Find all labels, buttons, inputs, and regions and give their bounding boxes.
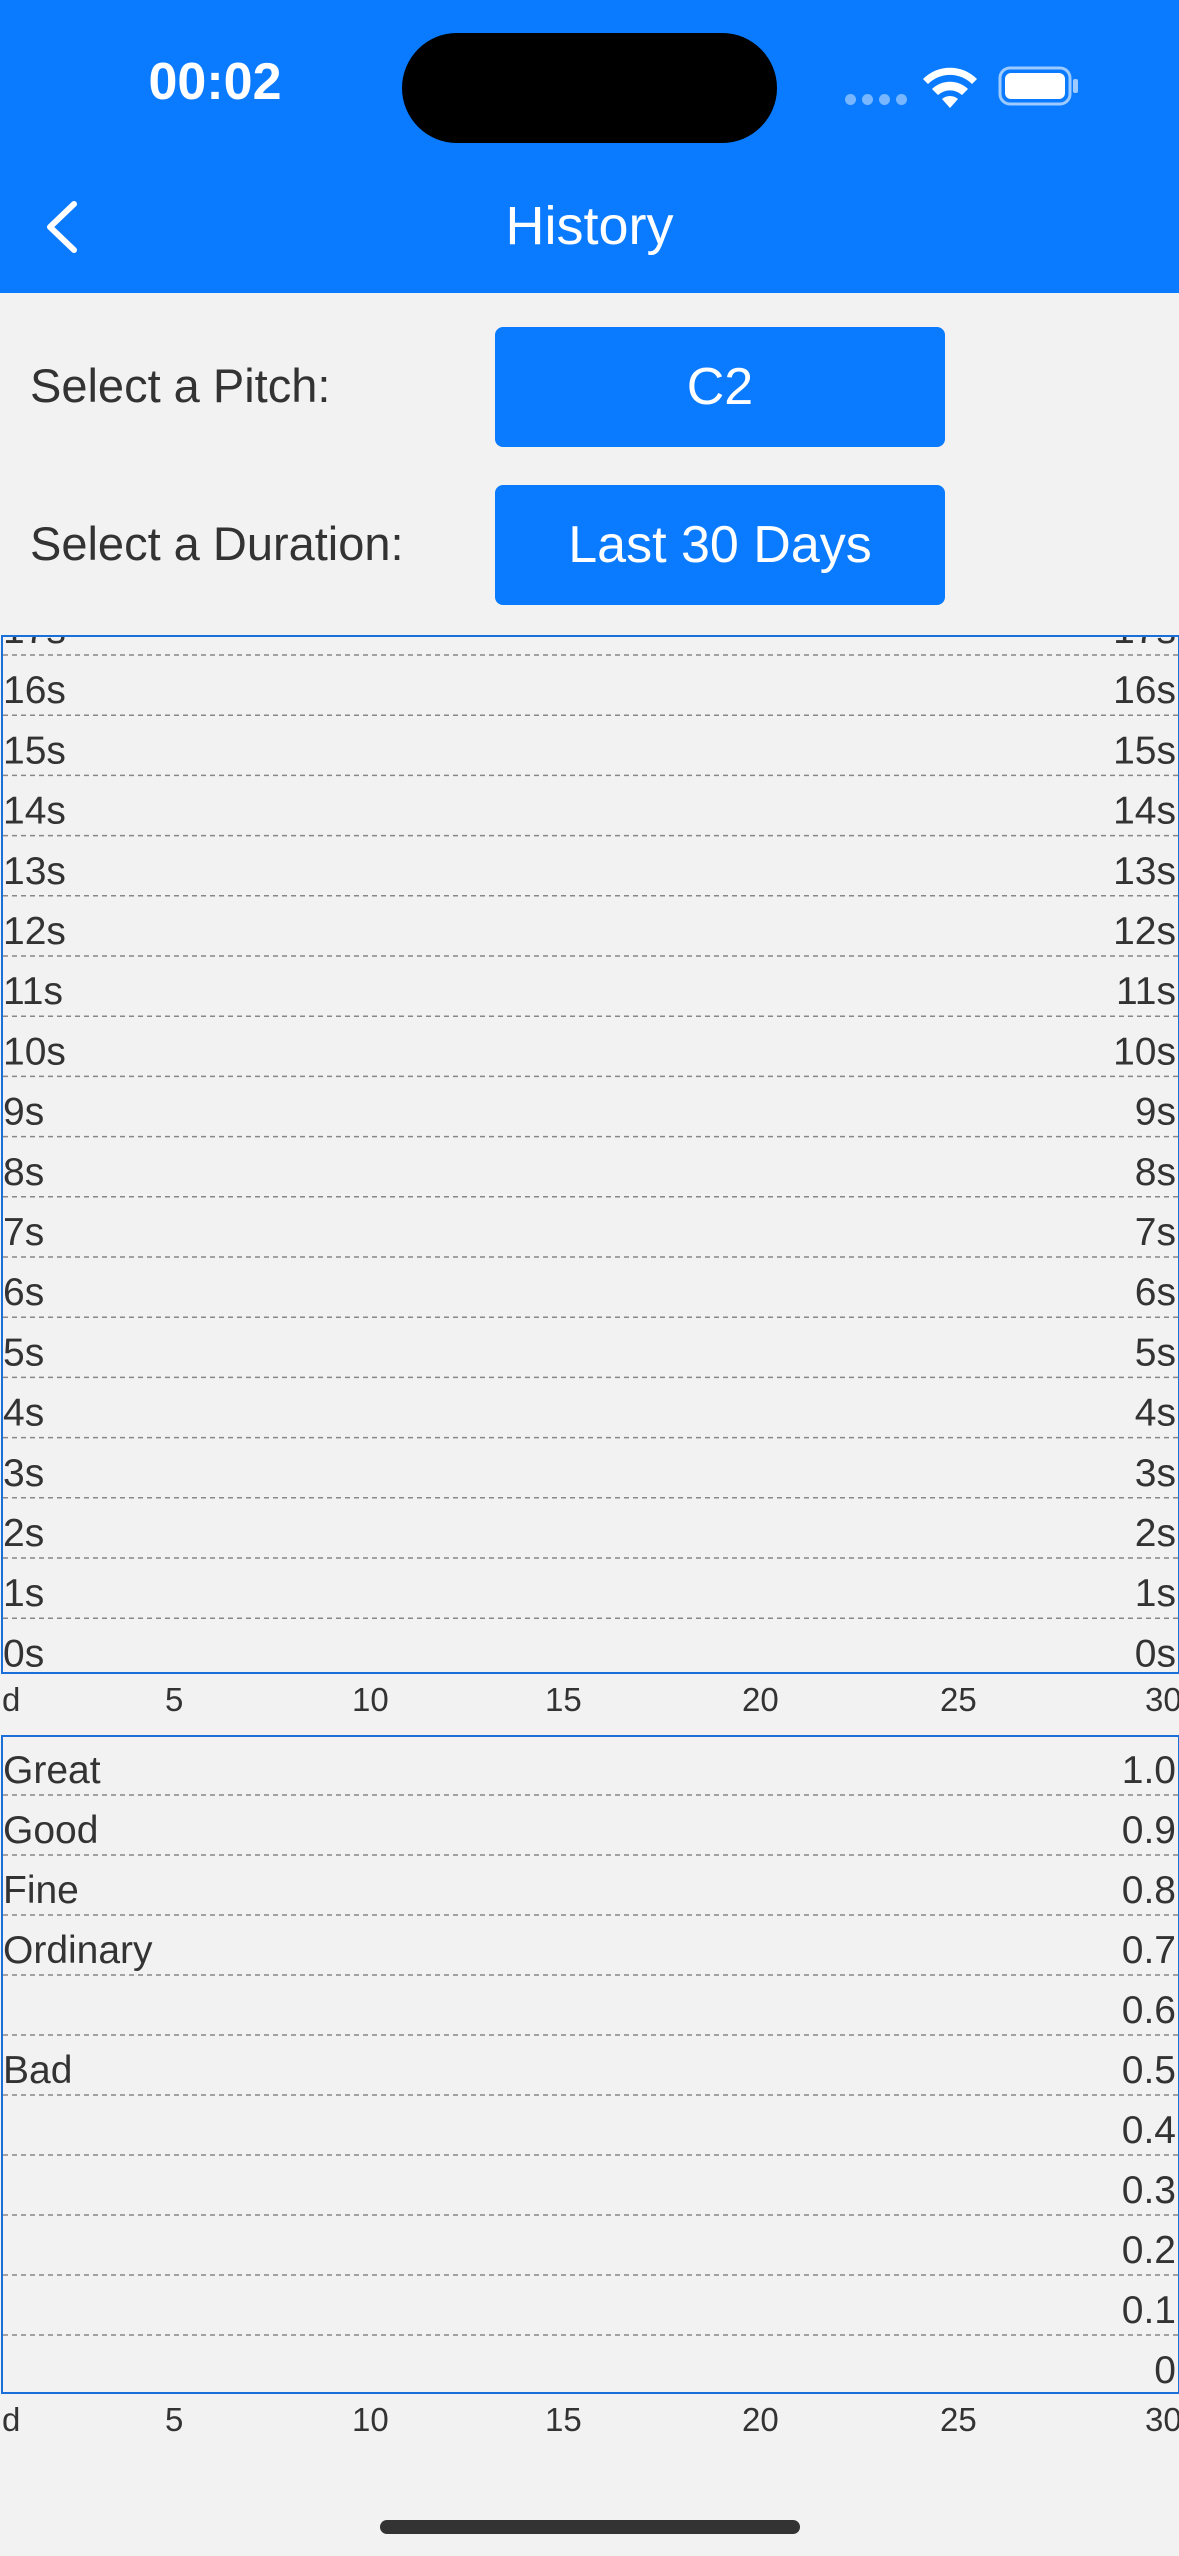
y-tick-label-right: 11s bbox=[1116, 970, 1176, 1013]
score-history-chart: Great 1.0 Good 0.9 Fine 0.8 Ordinary 0.7 0.6 Bad 0… bbox=[1, 1735, 1179, 2394]
y-tick-label-right: 1.0 bbox=[1122, 1749, 1176, 1792]
x-tick-label: 30 bbox=[1145, 1681, 1179, 1718]
y-tick-label-left: 0s bbox=[3, 1632, 44, 1672]
y-tick-label-left: 17s bbox=[3, 637, 66, 652]
y-tick-label-left: 5s bbox=[3, 1331, 44, 1374]
y-tick-label-right: 7s bbox=[1135, 1211, 1176, 1254]
y-tick-label-left: 13s bbox=[3, 850, 66, 893]
y-tick-label-right: 0.2 bbox=[1122, 2229, 1176, 2272]
y-tick-label-right: 0.1 bbox=[1122, 2289, 1176, 2332]
y-tick-label-right: 6s bbox=[1135, 1271, 1176, 1314]
y-tick-label-right: 0 bbox=[1154, 2349, 1176, 2392]
y-tick-label-left: 4s bbox=[3, 1392, 44, 1435]
y-tick-label-left: 2s bbox=[3, 1512, 44, 1555]
status-time: 00:02 bbox=[148, 53, 282, 111]
y-tick-label-right: 4s bbox=[1135, 1392, 1176, 1435]
dynamic-island bbox=[402, 33, 777, 143]
y-tick-label-left: Good bbox=[3, 1809, 98, 1852]
y-tick-label-left: 7s bbox=[3, 1211, 44, 1254]
y-tick-label-right: 0.8 bbox=[1122, 1869, 1176, 1912]
page-title: History bbox=[505, 196, 674, 256]
x-tick-label: d bbox=[2, 2401, 21, 2438]
pitch-select-button[interactable]: C2 bbox=[495, 327, 945, 447]
y-tick-label-left: Ordinary bbox=[3, 1929, 153, 1972]
y-tick-label-left: Bad bbox=[3, 2049, 72, 2092]
x-tick-label: 15 bbox=[545, 2401, 582, 2438]
home-indicator bbox=[380, 2520, 800, 2534]
y-tick-label-left: 16s bbox=[3, 669, 66, 712]
battery-icon bbox=[998, 66, 1078, 106]
y-tick-label-right: 10s bbox=[1113, 1030, 1176, 1073]
x-tick-label: 10 bbox=[352, 1681, 389, 1718]
y-tick-label-right: 5s bbox=[1135, 1331, 1176, 1374]
y-tick-label-right: 0.3 bbox=[1122, 2169, 1176, 2212]
y-tick-label-left: 8s bbox=[3, 1151, 44, 1194]
y-tick-label-right: 0.9 bbox=[1122, 1809, 1176, 1852]
x-tick-label: d bbox=[2, 1681, 21, 1718]
y-tick-label-right: 0.7 bbox=[1122, 1929, 1176, 1972]
y-tick-label-right: 2s bbox=[1135, 1512, 1176, 1555]
y-tick-label-right: 9s bbox=[1135, 1091, 1176, 1134]
y-tick-label-left: 10s bbox=[3, 1030, 66, 1073]
y-tick-label-left: Fine bbox=[3, 1869, 79, 1912]
y-tick-label-right: 17s bbox=[1113, 637, 1176, 652]
y-tick-label-left: Great bbox=[3, 1749, 101, 1792]
y-tick-label-right: 15s bbox=[1113, 729, 1176, 772]
x-tick-label: 10 bbox=[352, 2401, 389, 2438]
y-tick-label-right: 0.5 bbox=[1122, 2049, 1176, 2092]
y-tick-label-left: 6s bbox=[3, 1271, 44, 1314]
y-tick-label-left: 1s bbox=[3, 1572, 44, 1615]
y-tick-label-right: 14s bbox=[1113, 790, 1176, 833]
x-tick-label: 15 bbox=[545, 1681, 582, 1718]
y-tick-label-left: 3s bbox=[3, 1452, 44, 1495]
wifi-icon bbox=[923, 67, 977, 108]
x-tick-label: 25 bbox=[940, 2401, 977, 2438]
y-tick-label-right: 16s bbox=[1113, 669, 1176, 712]
x-tick-label: 5 bbox=[165, 2401, 184, 2438]
x-tick-label: 20 bbox=[742, 1681, 779, 1718]
y-tick-label-right: 0.4 bbox=[1122, 2109, 1176, 2152]
y-tick-label-right: 12s bbox=[1113, 910, 1176, 953]
y-tick-label-left: 11s bbox=[3, 970, 63, 1013]
duration-history-chart: 17s 17s 16s 16s 15s 15s 14s 14s 13s 13s 12s 12s 11s 1… bbox=[1, 635, 1179, 1674]
y-tick-label-right: 0s bbox=[1135, 1632, 1176, 1672]
y-tick-label-left: 9s bbox=[3, 1091, 44, 1134]
x-tick-label: 20 bbox=[742, 2401, 779, 2438]
x-tick-label: 25 bbox=[940, 1681, 977, 1718]
x-tick-label: 5 bbox=[165, 1681, 184, 1718]
y-tick-label-left: 14s bbox=[3, 790, 66, 833]
x-tick-label: 30 bbox=[1145, 2401, 1179, 2438]
y-tick-label-right: 13s bbox=[1113, 850, 1176, 893]
duration-label: Select a Duration: bbox=[30, 517, 404, 570]
y-tick-label-left: 15s bbox=[3, 729, 66, 772]
nav-bar: 00:02 History bbox=[0, 0, 1179, 293]
y-tick-label-right: 0.6 bbox=[1122, 1989, 1176, 2032]
y-tick-label-right: 1s bbox=[1135, 1572, 1176, 1615]
duration-select-button[interactable]: Last 30 Days bbox=[495, 485, 945, 605]
cellular-signal-icon bbox=[845, 94, 907, 106]
pitch-label: Select a Pitch: bbox=[30, 359, 331, 412]
y-tick-label-right: 8s bbox=[1135, 1151, 1176, 1194]
y-tick-label-right: 3s bbox=[1135, 1452, 1176, 1495]
y-tick-label-left: 12s bbox=[3, 910, 66, 953]
